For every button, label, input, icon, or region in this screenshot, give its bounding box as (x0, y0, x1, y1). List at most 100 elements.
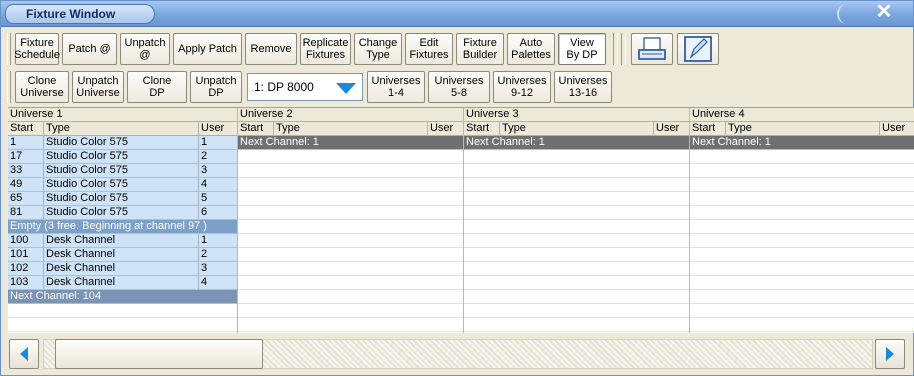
table-row[interactable]: 17 Studio Color 575 2 (8, 150, 237, 164)
universe-column: Universe 3 Start Type User Next Channel:… (464, 108, 690, 333)
user-column-header[interactable]: User (880, 122, 914, 135)
fixture-window: Fixture Window ✕ Fixture Schedule Patch … (0, 0, 914, 376)
next-channel-row[interactable]: Next Channel: 1 (238, 136, 463, 150)
table-row[interactable]: 33 Studio Color 575 3 (8, 164, 237, 178)
toolbar-separator (613, 33, 618, 65)
fixture-schedule-button[interactable]: Fixture Schedule (14, 33, 60, 65)
type-column-header[interactable]: Type (44, 122, 199, 135)
start-column-header[interactable]: Start (464, 122, 500, 135)
type-column-header[interactable]: Type (726, 122, 880, 135)
user-cell: 3 (201, 164, 208, 176)
dp-select-value: 1: DP 8000 (254, 80, 314, 94)
type-cell: Studio Color 575 (44, 178, 199, 191)
dp-select[interactable]: 1: DP 8000 (247, 73, 363, 101)
table-row[interactable]: 100 Desk Channel 1 (8, 234, 237, 248)
horizontal-scrollbar[interactable] (7, 335, 909, 373)
fixture-builder-button[interactable]: Fixture Builder (456, 33, 504, 65)
user-cell: 5 (201, 192, 208, 204)
table-row[interactable]: 101 Desk Channel 2 (8, 248, 237, 262)
table-row[interactable]: 65 Studio Color 575 5 (8, 192, 237, 206)
user-cell: 4 (201, 276, 208, 288)
column-header-row: Start Type User (464, 122, 689, 136)
start-cell: 17 (8, 150, 44, 163)
change-type-button[interactable]: Change Type (354, 33, 402, 65)
user-cell: 1 (201, 136, 208, 148)
table-row[interactable]: 102 Desk Channel 3 (8, 262, 237, 276)
auto-palettes-button[interactable]: Auto Palettes (507, 33, 555, 65)
next-channel-row[interactable]: Next Channel: 1 (690, 136, 914, 150)
start-cell: 65 (8, 192, 44, 205)
toolbar-separator (621, 33, 626, 65)
remove-button[interactable]: Remove (245, 33, 297, 65)
universes-13-16-button[interactable]: Universes 13-16 (554, 71, 612, 103)
column-header-row: Start Type User (690, 122, 914, 136)
toolbar-grip[interactable] (7, 33, 11, 65)
window-title: Fixture Window (5, 4, 155, 24)
universe-header: Universe 3 (464, 108, 689, 122)
universe-grid: Universe 1 Start Type User 1 Studio Color… (8, 107, 914, 333)
start-column-header[interactable]: Start (238, 122, 274, 135)
start-column-header[interactable]: Start (8, 122, 44, 135)
universe-header: Universe 1 (8, 108, 237, 122)
title-bar: Fixture Window ✕ (1, 1, 913, 27)
table-row[interactable]: 81 Studio Color 575 6 (8, 206, 237, 220)
type-cell: Desk Channel (44, 234, 199, 247)
type-cell: Studio Color 575 (44, 164, 199, 177)
user-cell: 6 (201, 206, 208, 218)
type-column-header[interactable]: Type (274, 122, 428, 135)
user-cell: 1 (201, 234, 208, 246)
start-cell: 49 (8, 178, 44, 191)
universe-column: Universe 1 Start Type User 1 Studio Color… (8, 108, 238, 333)
user-cell: 2 (201, 150, 208, 162)
start-cell: 100 (8, 234, 44, 247)
start-cell: 103 (8, 276, 44, 289)
apply-patch-button[interactable]: Apply Patch (173, 33, 242, 65)
user-cell: 4 (201, 178, 208, 190)
close-icon[interactable]: ✕ (873, 2, 895, 22)
patch-at-button[interactable]: Patch @ (62, 33, 117, 65)
start-cell: 33 (8, 164, 44, 177)
start-cell: 101 (8, 248, 44, 261)
editor-window-icon[interactable] (677, 33, 719, 65)
unpatch-universe-button[interactable]: Unpatch Universe (72, 71, 124, 103)
type-column-header[interactable]: Type (500, 122, 654, 135)
universe-column: Universe 4 Start Type User Next Channel:… (690, 108, 914, 333)
scroll-thumb[interactable] (55, 339, 263, 369)
scroll-left-icon[interactable] (9, 339, 39, 369)
user-column-header[interactable]: User (654, 122, 689, 135)
table-row[interactable]: 49 Studio Color 575 4 (8, 178, 237, 192)
universes-1-4-button[interactable]: Universes 1-4 (367, 71, 425, 103)
start-column-header[interactable]: Start (690, 122, 726, 135)
universes-9-12-button[interactable]: Universes 9-12 (493, 71, 551, 103)
scroll-right-icon[interactable] (875, 339, 905, 369)
toolbar-grip[interactable] (7, 71, 11, 103)
clone-dp-button[interactable]: Clone DP (127, 71, 187, 103)
chevron-down-icon[interactable] (334, 80, 358, 96)
universe-header: Universe 4 (690, 108, 914, 122)
start-cell: 102 (8, 262, 44, 275)
empty-range-row[interactable]: Empty (3 free. Beginning at channel 97 ) (8, 220, 237, 234)
type-cell: Desk Channel (44, 262, 199, 275)
table-row[interactable]: 1 Studio Color 575 1 (8, 136, 237, 150)
user-column-header[interactable]: User (199, 122, 237, 135)
next-channel-row[interactable]: Next Channel: 104 (8, 290, 237, 304)
next-channel-row[interactable]: Next Channel: 1 (464, 136, 689, 150)
type-cell: Studio Color 575 (44, 136, 199, 149)
user-cell: 2 (201, 248, 208, 260)
start-cell: 1 (8, 136, 44, 149)
title-bar-right-tab (837, 4, 907, 24)
type-cell: Desk Channel (44, 248, 199, 261)
user-cell: 3 (201, 262, 208, 274)
unpatch-dp-button[interactable]: Unpatch DP (190, 71, 242, 103)
user-column-header[interactable]: User (428, 122, 463, 135)
clone-universe-button[interactable]: Clone Universe (15, 71, 69, 103)
unpatch-at-button[interactable]: Unpatch @ (120, 33, 170, 65)
type-cell: Desk Channel (44, 276, 199, 289)
universes-5-8-button[interactable]: Universes 5-8 (428, 71, 490, 103)
type-cell: Studio Color 575 (44, 192, 199, 205)
replicate-fixtures-button[interactable]: Replicate Fixtures (300, 33, 351, 65)
table-row[interactable]: 103 Desk Channel 4 (8, 276, 237, 290)
printer-icon[interactable] (631, 33, 673, 65)
view-by-dp-button[interactable]: View By DP (558, 33, 606, 65)
edit-fixtures-button[interactable]: Edit Fixtures (405, 33, 453, 65)
